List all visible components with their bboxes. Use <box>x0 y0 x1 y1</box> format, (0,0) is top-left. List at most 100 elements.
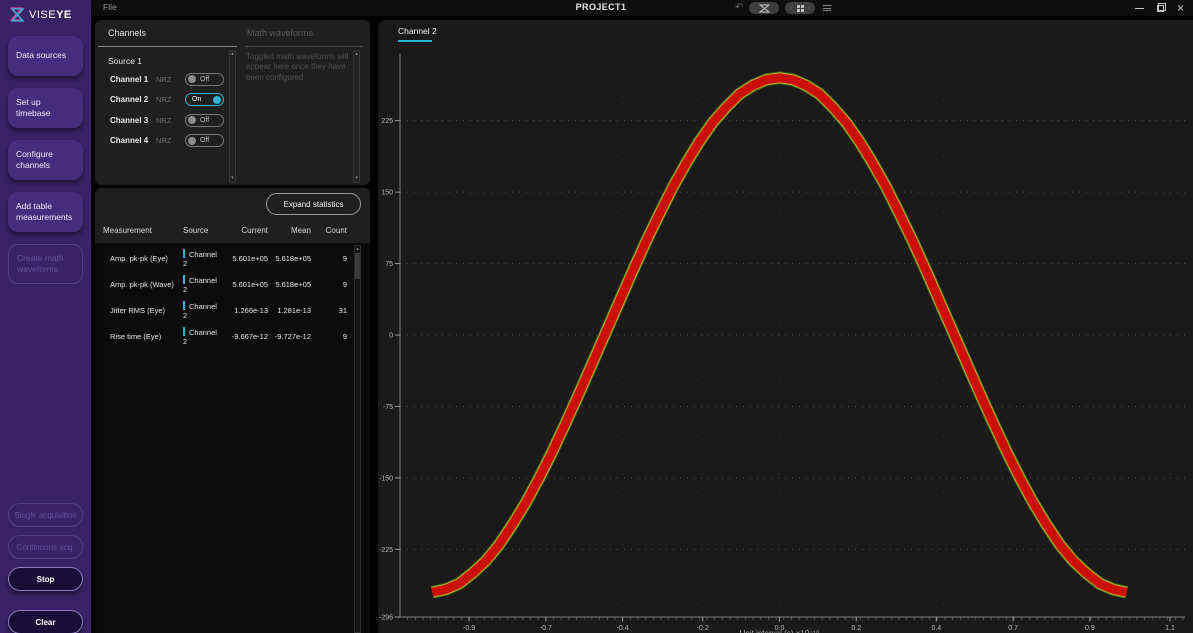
measurement-current: 5.601e+05 <box>223 280 268 289</box>
measurements-column-headers: Measurement Source Current Mean Count <box>95 226 355 235</box>
measurement-row-3[interactable]: Jitter RMS (Eye) Channel 2 1.266e-13 1.2… <box>95 297 355 323</box>
project-title: PROJECT1 <box>576 2 627 12</box>
svg-text:1.1: 1.1 <box>1165 625 1175 632</box>
measurements-scrollbar[interactable]: ▴ <box>354 245 361 633</box>
source-label: Source 1 <box>108 56 142 66</box>
channel-1-label: Channel 1 <box>110 75 156 84</box>
channel-list: Channel 1 NRZ Off Channel 2 NRZ On Chann… <box>110 69 228 151</box>
svg-text:0.4: 0.4 <box>931 625 941 632</box>
math-scrollbar[interactable]: ▴ ▾ <box>353 50 360 183</box>
sidebar-item-setup-timebase[interactable]: Set up timebase <box>8 88 83 128</box>
measurement-name: Jitter RMS (Eye) <box>95 306 183 315</box>
math-tab-underline <box>245 46 363 47</box>
measurement-current: -9.667e-12 <box>223 332 268 341</box>
measurement-row-4[interactable]: Rise time (Eye) Channel 2 -9.667e-12 -9.… <box>95 323 355 349</box>
file-menu[interactable]: File <box>103 2 117 12</box>
eye-diagram-icon <box>759 4 770 13</box>
sidebar-nav: Data sources Set up timebase Configure c… <box>8 36 83 296</box>
channels-scrollbar[interactable]: ▴ ▾ <box>229 50 236 183</box>
sidebar-item-data-sources[interactable]: Data sources <box>8 36 83 76</box>
measurement-count: 9 <box>311 254 347 263</box>
channel-row-1: Channel 1 NRZ Off <box>110 69 228 90</box>
svg-text:225: 225 <box>381 118 393 125</box>
scroll-up-icon[interactable]: ▴ <box>231 52 234 57</box>
measurement-row-2[interactable]: Amp. pk-pk (Wave) Channel 2 5.601e+05 5.… <box>95 271 355 297</box>
measurement-count: 31 <box>311 306 347 315</box>
continuous-acq-button[interactable]: Continuous acq. <box>8 535 83 559</box>
svg-text:75: 75 <box>385 261 393 268</box>
svg-text:-296: -296 <box>379 615 393 622</box>
sidebar-item-configure-channels[interactable]: Configure channels <box>8 140 83 180</box>
source-color-bar <box>183 327 185 336</box>
measurement-current: 5.601e+05 <box>223 254 268 263</box>
measurements-panel: Expand statistics Measurement Source Cur… <box>95 188 370 633</box>
eye-diagram-view-toggle[interactable] <box>749 2 779 14</box>
scrollbar-thumb[interactable] <box>355 253 360 279</box>
tab-channels[interactable]: Channels <box>108 28 146 38</box>
measurement-mean: -9.727e-12 <box>268 332 311 341</box>
clear-button[interactable]: Clear <box>8 610 83 633</box>
view-toolbar: ↶ <box>735 1 831 15</box>
minimize-icon[interactable] <box>1135 8 1144 9</box>
measurement-mean: 1.281e-13 <box>268 306 311 315</box>
svg-text:-0.4: -0.4 <box>617 625 629 632</box>
channels-panel: Channels Math waveforms Source 1 Channel… <box>95 20 370 185</box>
measurement-mean: 5.618e+05 <box>268 280 311 289</box>
col-measurement: Measurement <box>95 226 183 235</box>
tab-math-waveforms[interactable]: Math waveforms <box>247 28 313 38</box>
measurement-count: 9 <box>311 332 347 341</box>
grid-view-toggle[interactable] <box>785 2 815 14</box>
waveform-chart: -0.9-0.7-0.4-0.20.00.20.40.70.91.1225150… <box>378 20 1193 633</box>
measurement-row-1[interactable]: Amp. pk-pk (Eye) Channel 2 5.601e+05 5.6… <box>95 245 355 271</box>
scroll-up-icon[interactable]: ▴ <box>356 247 359 252</box>
scroll-down-icon[interactable]: ▾ <box>355 176 358 181</box>
toggle-knob <box>188 116 196 124</box>
restore-icon[interactable] <box>1157 5 1164 12</box>
col-current: Current <box>223 226 268 235</box>
source-color-bar <box>183 301 185 310</box>
channel-2-format: NRZ <box>156 95 185 104</box>
channel-4-format: NRZ <box>156 136 185 145</box>
channel-2-toggle[interactable]: On <box>185 93 224 106</box>
measurement-count: 9 <box>311 280 347 289</box>
channel-1-toggle[interactable]: Off <box>185 73 224 86</box>
svg-text:150: 150 <box>381 190 393 197</box>
toggle-knob <box>213 96 221 104</box>
svg-text:-225: -225 <box>379 547 393 554</box>
svg-text:-75: -75 <box>383 404 393 411</box>
undo-icon[interactable]: ↶ <box>735 2 743 14</box>
app-name: VISEYE <box>29 9 72 21</box>
measurement-source: Channel 2 <box>183 327 223 346</box>
channels-tab-underline <box>98 46 237 47</box>
svg-text:-0.2: -0.2 <box>697 625 709 632</box>
toggle-state-label: Off <box>200 76 209 83</box>
svg-text:0: 0 <box>389 333 393 340</box>
channel-2-label: Channel 2 <box>110 95 156 104</box>
col-source: Source <box>183 226 223 235</box>
svg-text:0.9: 0.9 <box>1085 625 1095 632</box>
svg-text:0.7: 0.7 <box>1008 625 1018 632</box>
expand-statistics-button[interactable]: Expand statistics <box>266 193 361 215</box>
channel-4-label: Channel 4 <box>110 136 156 145</box>
scroll-up-icon[interactable]: ▴ <box>355 52 358 57</box>
single-acquisition-button[interactable]: Single acquisition <box>8 503 83 527</box>
channel-3-label: Channel 3 <box>110 116 156 125</box>
measurement-name: Amp. pk-pk (Wave) <box>95 280 183 289</box>
scroll-down-icon[interactable]: ▾ <box>231 176 234 181</box>
viseye-logo-icon <box>9 7 25 22</box>
list-view-icon[interactable] <box>823 5 831 11</box>
chart-tab-channel-2[interactable]: Channel 2 <box>398 26 437 36</box>
svg-text:-0.9: -0.9 <box>463 625 475 632</box>
app-logo: VISEYE <box>0 0 91 22</box>
channel-4-toggle[interactable]: Off <box>185 134 224 147</box>
close-icon[interactable]: × <box>1177 1 1184 15</box>
toggle-state-label: Off <box>200 137 209 144</box>
measurements-table: Amp. pk-pk (Eye) Channel 2 5.601e+05 5.6… <box>95 245 355 349</box>
col-mean: Mean <box>268 226 311 235</box>
sidebar-item-add-table-measurements[interactable]: Add table measurements <box>8 192 83 232</box>
stop-button[interactable]: Stop <box>8 567 83 591</box>
sidebar-item-create-math-waveforms[interactable]: Create math waveforms <box>8 244 83 284</box>
channel-row-3: Channel 3 NRZ Off <box>110 110 228 131</box>
channel-3-toggle[interactable]: Off <box>185 114 224 127</box>
math-waveforms-placeholder: Toggled math waveforms will appear here … <box>246 52 350 83</box>
